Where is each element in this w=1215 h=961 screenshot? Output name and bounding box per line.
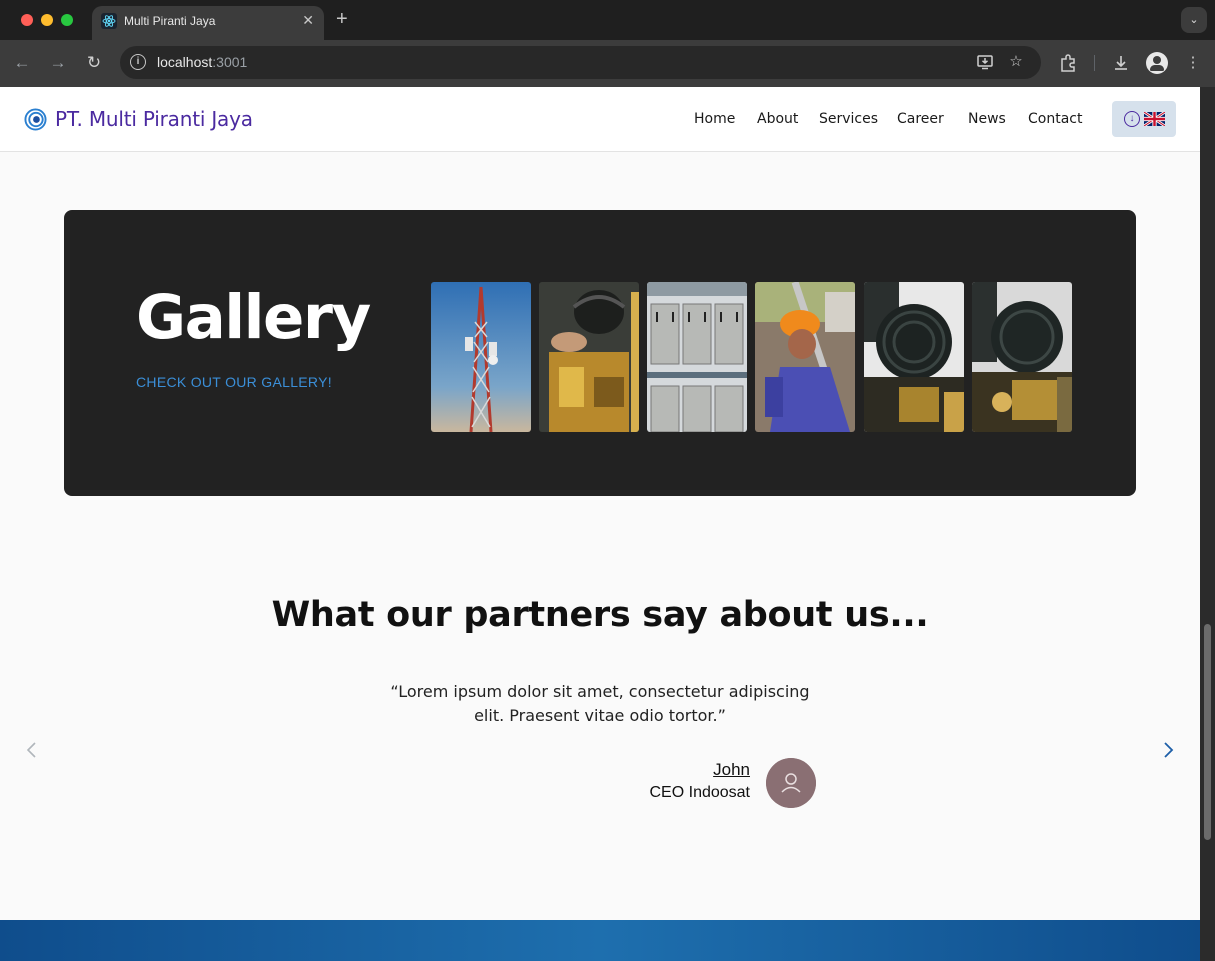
- testimonial-author-role: CEO Indoosat: [649, 784, 751, 801]
- minimize-window-button[interactable]: [41, 14, 53, 26]
- scrollbar-thumb[interactable]: [1204, 624, 1211, 840]
- nav-link-home[interactable]: Home: [694, 111, 735, 127]
- nav-link-contact[interactable]: Contact: [1028, 111, 1082, 127]
- install-app-icon[interactable]: [976, 53, 994, 71]
- url-host: localhost: [157, 54, 213, 70]
- address-url[interactable]: localhost:3001: [157, 54, 247, 70]
- page-scrollbar[interactable]: [1200, 87, 1215, 961]
- uk-flag-icon: [1144, 112, 1165, 126]
- browser-tab-active[interactable]: Multi Piranti Jaya ✕: [92, 6, 324, 40]
- gallery-image-generator-engine-detail[interactable]: [972, 282, 1072, 432]
- gallery-card: Gallery CHECK OUT OUR GALLERY!: [64, 210, 1136, 496]
- new-tab-button[interactable]: +: [336, 8, 348, 30]
- footer-band: [0, 920, 1200, 961]
- browser-menu-icon[interactable]: ⋮: [1182, 52, 1204, 74]
- gallery-image-worker-on-tower[interactable]: [755, 282, 855, 432]
- testimonial-quote-line-2: elit. Praesent vitae odio tortor.”: [474, 706, 726, 725]
- nav-link-about[interactable]: About: [757, 111, 798, 127]
- gallery-image-battery-rack[interactable]: [647, 282, 747, 432]
- extensions-icon[interactable]: [1057, 52, 1079, 74]
- language-switch-button[interactable]: ↓: [1112, 101, 1176, 137]
- site-info-icon[interactable]: i: [130, 54, 146, 70]
- tab-bar: Multi Piranti Jaya ✕ + ⌄: [0, 0, 1215, 40]
- testimonial-author-name[interactable]: John: [600, 760, 750, 780]
- testimonial-quote: “Lorem ipsum dolor sit amet, consectetur…: [380, 680, 820, 728]
- gallery-image-telecom-tower[interactable]: [431, 282, 531, 432]
- back-arrow-icon[interactable]: ←: [11, 52, 33, 74]
- testimonials-heading: What our partners say about us...: [271, 595, 929, 635]
- nav-link-career[interactable]: Career: [897, 111, 944, 127]
- browser-chrome: Multi Piranti Jaya ✕ + ⌄ ← → ↻ i localho…: [0, 0, 1215, 87]
- url-port: :3001: [212, 54, 248, 70]
- forward-arrow-icon[interactable]: →: [47, 52, 69, 74]
- author-avatar-icon: [766, 758, 816, 808]
- gallery-title: Gallery: [136, 282, 371, 353]
- gallery-image-generator-engine-dark[interactable]: [864, 282, 964, 432]
- close-window-button[interactable]: [21, 14, 33, 26]
- page-viewport: PT. Multi Piranti Jaya Home About Servic…: [0, 87, 1200, 961]
- testimonial-quote-line-1: “Lorem ipsum dolor sit amet, consectetur…: [390, 682, 810, 701]
- bookmark-star-icon[interactable]: ☆: [1007, 53, 1025, 71]
- chevron-right-icon[interactable]: [1158, 740, 1178, 760]
- address-bar[interactable]: i localhost:3001 ☆: [120, 46, 1041, 79]
- browser-toolbar: ← → ↻ i localhost:3001 ☆ ⋮: [0, 40, 1215, 87]
- tab-search-chevron-icon[interactable]: ⌄: [1181, 7, 1207, 33]
- profile-avatar-icon[interactable]: [1146, 52, 1168, 74]
- downloads-icon[interactable]: [1110, 52, 1132, 74]
- tab-close-icon[interactable]: ✕: [302, 12, 314, 29]
- company-logo-icon[interactable]: [24, 108, 47, 131]
- react-favicon-icon: [101, 13, 117, 29]
- gallery-image-generator-engine[interactable]: [539, 282, 639, 432]
- toolbar-separator: [1094, 55, 1095, 71]
- reload-icon[interactable]: ↻: [83, 52, 105, 74]
- brand-name-link[interactable]: PT. Multi Piranti Jaya: [55, 107, 253, 131]
- tab-title: Multi Piranti Jaya: [124, 14, 216, 28]
- chevron-left-icon[interactable]: [22, 740, 42, 760]
- download-circle-icon: ↓: [1124, 111, 1140, 127]
- maximize-window-button[interactable]: [61, 14, 73, 26]
- site-navbar: PT. Multi Piranti Jaya Home About Servic…: [0, 87, 1200, 152]
- nav-link-services[interactable]: Services: [819, 111, 878, 127]
- nav-link-news[interactable]: News: [968, 111, 1006, 127]
- gallery-link[interactable]: CHECK OUT OUR GALLERY!: [136, 374, 332, 390]
